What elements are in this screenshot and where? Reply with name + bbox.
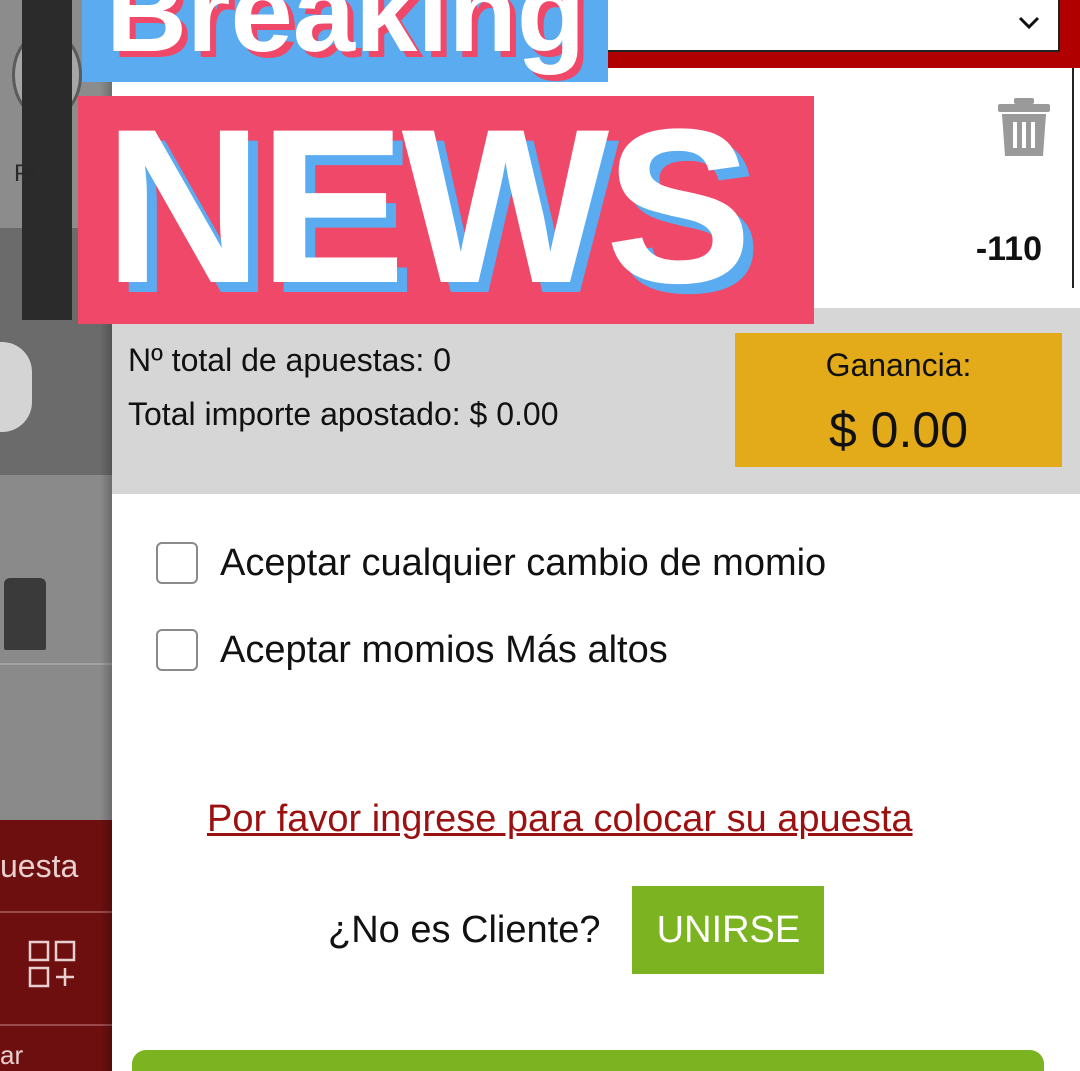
- accept-higher-odds-label: Aceptar momios Más altos: [220, 628, 668, 671]
- news-banner: NEWS: [78, 96, 814, 324]
- trash-icon[interactable]: [996, 96, 1052, 158]
- bet-summary: Nº total de apuestas: 0 Total importe ap…: [112, 308, 1080, 494]
- background-nav-label-2: ar: [0, 1040, 24, 1070]
- bet-type-select[interactable]: [600, 0, 1060, 52]
- accept-any-odds-change-option[interactable]: Aceptar cualquier cambio de momio: [156, 538, 826, 588]
- accept-higher-odds-option[interactable]: Aceptar momios Más altos: [156, 625, 668, 675]
- bet-card-border: [1072, 68, 1074, 288]
- bet-odds: -110: [975, 230, 1042, 268]
- join-button[interactable]: UNIRSE: [632, 886, 825, 974]
- jersey-icon: [4, 578, 46, 650]
- gain-box: Ganancia: $ 0.00: [735, 333, 1062, 467]
- background-nav-divider: [0, 911, 112, 913]
- join-row: ¿No es Cliente? UNIRSE: [328, 886, 825, 974]
- login-to-bet-link[interactable]: Por favor ingrese para colocar su apuest…: [207, 798, 913, 841]
- background-nav-divider: [0, 1024, 112, 1026]
- breaking-text: Breaking: [106, 0, 586, 75]
- gain-value: $ 0.00: [828, 402, 968, 458]
- total-bets-count: Nº total de apuestas: 0: [128, 342, 451, 378]
- chevron-down-icon: [1018, 16, 1040, 30]
- gain-label: Ganancia:: [825, 347, 972, 383]
- news-text: NEWS: [104, 96, 752, 324]
- accept-any-odds-change-label: Aceptar cualquier cambio de momio: [220, 541, 827, 584]
- background-team-label: Pt: [14, 160, 37, 187]
- breaking-banner: Breaking: [82, 0, 608, 82]
- place-bet-button[interactable]: [132, 1050, 1044, 1071]
- background-divider: [0, 663, 112, 665]
- accept-any-odds-change-checkbox[interactable]: [156, 542, 198, 584]
- total-amount-wagered: Total importe apostado: $ 0.00: [128, 396, 559, 432]
- background-pill: [0, 342, 32, 432]
- accept-higher-odds-checkbox[interactable]: [156, 629, 198, 671]
- grid-add-icon: [28, 940, 76, 988]
- not-a-customer-text: ¿No es Cliente?: [328, 908, 601, 951]
- background-nav-label: uesta: [0, 848, 79, 884]
